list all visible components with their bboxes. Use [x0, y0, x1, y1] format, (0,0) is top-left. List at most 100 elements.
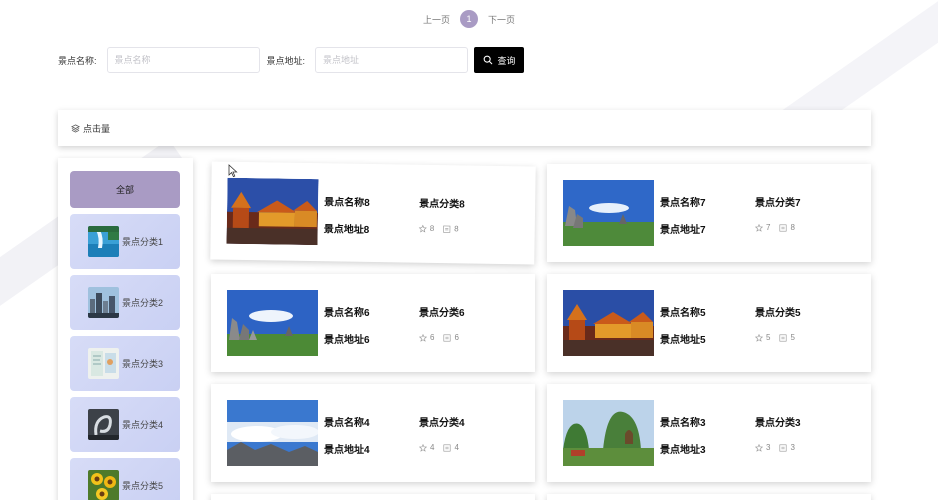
star-icon	[755, 223, 763, 232]
waterfall-thumbnail	[88, 226, 119, 257]
spot-category: 景点分类6	[419, 308, 465, 319]
spot-card[interactable]: 景点名称4 景点分类4 景点地址4 4 4	[211, 384, 535, 482]
stone-forest-image	[563, 180, 654, 246]
comment-count: 4	[454, 443, 459, 452]
comment-icon	[443, 333, 451, 342]
page-number-current[interactable]: 1	[460, 10, 478, 28]
sort-bar: 点击量	[58, 110, 871, 146]
category-all[interactable]: 全部	[70, 171, 180, 208]
spot-photo	[563, 400, 654, 466]
stone-forest-image	[227, 290, 318, 356]
spot-category: 景点分类7	[755, 198, 801, 209]
category-label: 景点分类2	[122, 298, 164, 308]
address-field-label: 景点地址:	[266, 55, 306, 66]
category-sidebar: 全部 景点分类1 景点分类2 景点分类3 景点分类4 景点分类5	[58, 158, 193, 500]
map-thumbnail	[88, 348, 119, 379]
layers-icon	[71, 123, 80, 133]
spot-stats: 6 6	[419, 333, 459, 342]
sea-of-clouds-image	[227, 400, 318, 466]
search-button-label: 查询	[497, 55, 516, 66]
karst-mountain-image	[563, 400, 654, 466]
spot-address: 景点地址8	[323, 224, 370, 236]
comment-count: 3	[790, 443, 795, 452]
prev-page-link[interactable]: 上一页	[421, 13, 452, 26]
pagination: 上一页 1 下一页	[0, 10, 938, 28]
spot-name: 景点名称6	[324, 308, 370, 319]
comment-icon	[779, 223, 787, 232]
star-icon	[419, 443, 427, 452]
spot-address: 景点地址5	[660, 335, 706, 346]
category-item[interactable]: 景点分类5	[70, 458, 180, 500]
sculpture-thumbnail	[88, 409, 119, 440]
spot-card[interactable]: 景点名称8 景点分类8 景点地址8 8 8	[210, 161, 536, 265]
category-item[interactable]: 景点分类3	[70, 336, 180, 391]
temple-image	[226, 177, 319, 246]
spot-photo	[226, 177, 319, 246]
category-item[interactable]: 景点分类4	[70, 397, 180, 452]
star-count: 5	[766, 333, 771, 342]
city-thumbnail	[88, 287, 119, 318]
name-search-input[interactable]	[106, 47, 260, 73]
comment-icon	[779, 443, 787, 452]
star-icon	[755, 333, 763, 342]
name-field-label: 景点名称:	[58, 55, 97, 66]
next-page-link[interactable]: 下一页	[486, 13, 517, 26]
star-icon	[419, 333, 427, 342]
spot-stats: 4 4	[419, 443, 459, 452]
spot-category: 景点分类8	[419, 198, 465, 211]
sort-label: 点击量	[83, 123, 111, 134]
category-label: 景点分类3	[122, 359, 164, 369]
spot-address: 景点地址4	[324, 445, 370, 456]
address-search-input[interactable]	[315, 47, 469, 73]
spot-card[interactable]: 景点名称5 景点分类5 景点地址5 5 5	[547, 274, 871, 372]
spot-photo	[563, 180, 654, 246]
spot-name: 景点名称5	[660, 308, 706, 319]
star-count: 7	[766, 223, 771, 232]
category-label: 景点分类5	[122, 481, 164, 491]
category-label: 景点分类1	[122, 237, 164, 247]
comment-icon	[443, 225, 451, 233]
search-button[interactable]: 查询	[474, 47, 525, 73]
comment-icon	[779, 333, 787, 342]
spot-card[interactable]: 景点名称3 景点分类3 景点地址3 3 3	[547, 384, 871, 482]
spot-stats: 8 8	[418, 223, 459, 234]
spot-name: 景点名称3	[660, 418, 706, 429]
spot-photo	[563, 290, 654, 356]
category-label: 景点分类4	[122, 420, 164, 430]
spot-name: 景点名称8	[324, 197, 370, 209]
star-icon	[418, 224, 427, 233]
star-count: 8	[429, 223, 435, 233]
spot-card[interactable]	[547, 494, 871, 500]
spot-photo	[227, 400, 318, 466]
category-item[interactable]: 景点分类2	[70, 275, 180, 330]
star-count: 3	[766, 443, 771, 452]
temple-image	[563, 290, 654, 356]
comment-count: 5	[790, 333, 795, 342]
spot-card[interactable]: 景点名称7 景点分类7 景点地址7 7 8	[547, 164, 871, 262]
star-count: 4	[430, 443, 435, 452]
spot-card[interactable]	[211, 494, 535, 500]
spot-stats: 7 8	[755, 223, 795, 232]
comment-count: 6	[454, 333, 459, 342]
search-bar: 景点名称: 景点地址: 查询	[58, 47, 525, 73]
spot-address: 景点地址6	[324, 335, 370, 346]
spot-address: 景点地址3	[660, 445, 706, 456]
comment-icon	[443, 443, 451, 452]
category-item[interactable]: 景点分类1	[70, 214, 180, 269]
spot-name: 景点名称7	[660, 198, 706, 209]
comment-count: 8	[790, 223, 795, 232]
spot-card[interactable]: 景点名称6 景点分类6 景点地址6 6 6	[211, 274, 535, 372]
spot-category: 景点分类3	[755, 418, 801, 429]
spot-stats: 5 5	[755, 333, 795, 342]
spot-photo	[227, 290, 318, 356]
sort-by-clicks[interactable]: 点击量	[71, 122, 110, 135]
spot-category: 景点分类4	[419, 418, 465, 429]
star-icon	[755, 443, 763, 452]
comment-count: 8	[454, 224, 459, 234]
spot-address: 景点地址7	[660, 225, 706, 236]
star-count: 6	[430, 333, 435, 342]
spot-name: 景点名称4	[324, 418, 370, 429]
sunflower-thumbnail	[88, 470, 119, 500]
spot-category: 景点分类5	[755, 308, 801, 319]
spot-stats: 3 3	[755, 443, 795, 452]
